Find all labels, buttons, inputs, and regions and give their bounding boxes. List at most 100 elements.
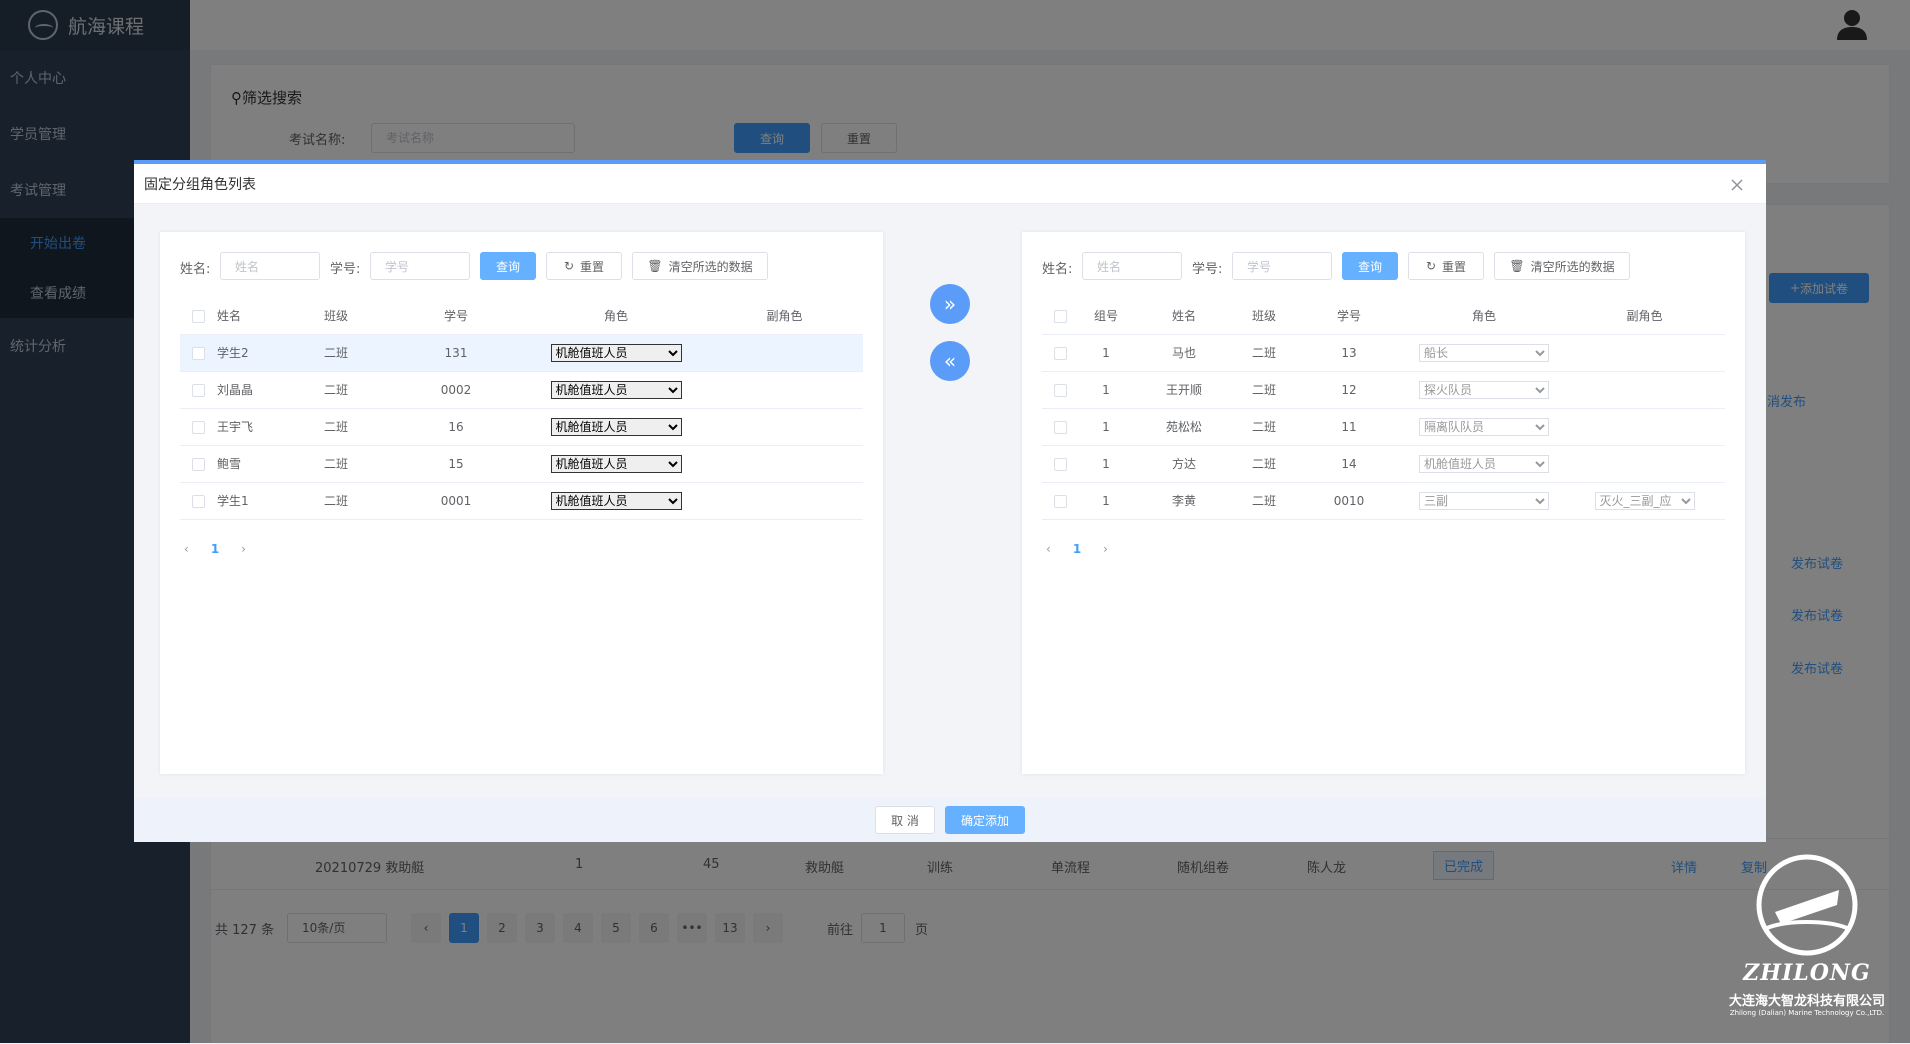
right-name-input[interactable]: 姓名 xyxy=(1082,252,1182,280)
chevron-left-icon[interactable]: ‹ xyxy=(184,542,189,556)
ship-logo-icon xyxy=(1756,854,1858,956)
role-select[interactable]: 机舱值班人员 xyxy=(550,380,682,399)
col-id: 学号 xyxy=(1294,298,1404,335)
table-row[interactable]: 刘晶晶 二班 0002 机舱值班人员 xyxy=(180,371,863,409)
cell-class: 二班 xyxy=(1234,334,1294,372)
right-page-current[interactable]: 1 xyxy=(1073,542,1081,556)
col-class: 班级 xyxy=(286,298,386,335)
role-select[interactable]: 探火队员 xyxy=(1419,380,1549,399)
left-table: 姓名 班级 学号 角色 副角色 学生2 二班 131 机舱值班人员 刘晶晶 二班… xyxy=(180,298,863,520)
trash-icon: 🗑 xyxy=(647,259,663,273)
role-select[interactable]: 机舱值班人员 xyxy=(550,343,682,362)
refresh-icon: ↻ xyxy=(563,259,575,273)
cell-subrole xyxy=(706,482,863,520)
dialog-title: 固定分组角色列表 xyxy=(134,164,1766,204)
table-row[interactable]: 1 方达 二班 14 机舱值班人员 xyxy=(1042,445,1725,483)
cell-id: 12 xyxy=(1294,371,1404,409)
col-subrole: 副角色 xyxy=(706,298,863,335)
right-reset-button[interactable]: ↻ 重置 xyxy=(1408,252,1484,280)
row-checkbox[interactable] xyxy=(1053,346,1067,360)
row-checkbox[interactable] xyxy=(1053,420,1067,434)
cell-group: 1 xyxy=(1078,445,1134,483)
row-checkbox[interactable] xyxy=(191,383,205,397)
cell-id: 0010 xyxy=(1294,482,1404,520)
table-row[interactable]: 1 苑松松 二班 11 隔离队队员 xyxy=(1042,408,1725,446)
watermark-brand: ZHILONG xyxy=(1743,960,1871,986)
cell-subrole xyxy=(706,371,863,409)
role-select[interactable]: 机舱值班人员 xyxy=(550,491,682,510)
cell-class: 二班 xyxy=(1234,445,1294,483)
cancel-button[interactable]: 取 消 xyxy=(875,806,935,834)
cell-subrole xyxy=(706,408,863,446)
cell-class: 二班 xyxy=(286,408,386,446)
row-checkbox[interactable] xyxy=(191,346,205,360)
left-clear-button[interactable]: 🗑 清空所选的数据 xyxy=(632,252,768,280)
cell-name: 学生1 xyxy=(216,482,286,520)
table-row[interactable]: 1 王开顺 二班 12 探火队员 xyxy=(1042,371,1725,409)
subrole-select[interactable]: 灭火_三副_应 xyxy=(1594,491,1695,510)
col-subrole: 副角色 xyxy=(1564,298,1725,335)
close-icon[interactable] xyxy=(1730,178,1744,192)
cell-id: 14 xyxy=(1294,445,1404,483)
right-id-input[interactable]: 学号 xyxy=(1232,252,1332,280)
dialog-body: 姓名: 姓名 学号: 学号 查询 ↻ 重置 🗑 清空所选的数据 姓名 班级 学号 角… xyxy=(134,204,1766,798)
cell-class: 二班 xyxy=(1234,371,1294,409)
cell-group: 1 xyxy=(1078,371,1134,409)
left-reset-button[interactable]: ↻ 重置 xyxy=(546,252,622,280)
table-row[interactable]: 1 马也 二班 13 船长 xyxy=(1042,334,1725,372)
cell-subrole xyxy=(706,334,863,372)
cell-group: 1 xyxy=(1078,482,1134,520)
watermark-company: 大连海大智龙科技有限公司 xyxy=(1728,994,1885,1009)
right-query-button[interactable]: 查询 xyxy=(1342,252,1398,280)
row-checkbox[interactable] xyxy=(191,420,205,434)
cell-class: 二班 xyxy=(286,334,386,372)
table-row[interactable]: 王宇飞 二班 16 机舱值班人员 xyxy=(180,408,863,446)
double-chevron-left-icon: « xyxy=(943,349,957,373)
chevron-right-icon[interactable]: › xyxy=(241,542,246,556)
cell-group: 1 xyxy=(1078,334,1134,372)
table-row[interactable]: 1 李黄 二班 0010 三副 灭火_三副_应 xyxy=(1042,482,1725,520)
cell-subrole xyxy=(1564,334,1725,372)
cell-id: 0002 xyxy=(386,371,526,409)
cell-id: 16 xyxy=(386,408,526,446)
left-select-all-checkbox[interactable] xyxy=(191,309,205,323)
cell-name: 马也 xyxy=(1134,334,1234,372)
left-page-current[interactable]: 1 xyxy=(211,542,219,556)
row-checkbox[interactable] xyxy=(191,494,205,508)
role-select[interactable]: 机舱值班人员 xyxy=(550,454,682,473)
chevron-right-icon[interactable]: › xyxy=(1103,542,1108,556)
right-select-all-checkbox[interactable] xyxy=(1053,309,1067,323)
role-select[interactable]: 船长 xyxy=(1419,343,1549,362)
row-checkbox[interactable] xyxy=(1053,383,1067,397)
cell-name: 学生2 xyxy=(216,334,286,372)
table-row[interactable]: 学生1 二班 0001 机舱值班人员 xyxy=(180,482,863,520)
right-clear-button[interactable]: 🗑 清空所选的数据 xyxy=(1494,252,1630,280)
row-checkbox[interactable] xyxy=(1053,457,1067,471)
cell-class: 二班 xyxy=(1234,408,1294,446)
cell-name: 王开顺 xyxy=(1134,371,1234,409)
row-checkbox[interactable] xyxy=(191,457,205,471)
cell-subrole xyxy=(1564,408,1725,446)
move-left-button[interactable]: « xyxy=(930,341,970,381)
role-select[interactable]: 机舱值班人员 xyxy=(1419,454,1549,473)
cell-name: 方达 xyxy=(1134,445,1234,483)
role-select[interactable]: 隔离队队员 xyxy=(1419,417,1549,436)
table-row[interactable]: 鲍雪 二班 15 机舱值班人员 xyxy=(180,445,863,483)
cell-name: 鲍雪 xyxy=(216,445,286,483)
cell-class: 二班 xyxy=(286,371,386,409)
role-select[interactable]: 机舱值班人员 xyxy=(550,417,682,436)
col-name: 姓名 xyxy=(216,298,286,335)
left-query-button[interactable]: 查询 xyxy=(480,252,536,280)
left-name-input[interactable]: 姓名 xyxy=(220,252,320,280)
left-id-input[interactable]: 学号 xyxy=(370,252,470,280)
cell-class: 二班 xyxy=(286,445,386,483)
chevron-left-icon[interactable]: ‹ xyxy=(1046,542,1051,556)
row-checkbox[interactable] xyxy=(1053,494,1067,508)
right-id-label: 学号: xyxy=(1192,262,1223,277)
role-select[interactable]: 三副 xyxy=(1419,491,1549,510)
role-group-dialog: 固定分组角色列表 姓名: 姓名 学号: 学号 查询 ↻ 重置 🗑 清空所选的数据 姓… xyxy=(134,160,1766,842)
table-row[interactable]: 学生2 二班 131 机舱值班人员 xyxy=(180,334,863,372)
confirm-add-button[interactable]: 确定添加 xyxy=(945,806,1025,834)
dialog-footer: 取 消 确定添加 xyxy=(134,798,1766,842)
move-right-button[interactable]: » xyxy=(930,284,970,324)
